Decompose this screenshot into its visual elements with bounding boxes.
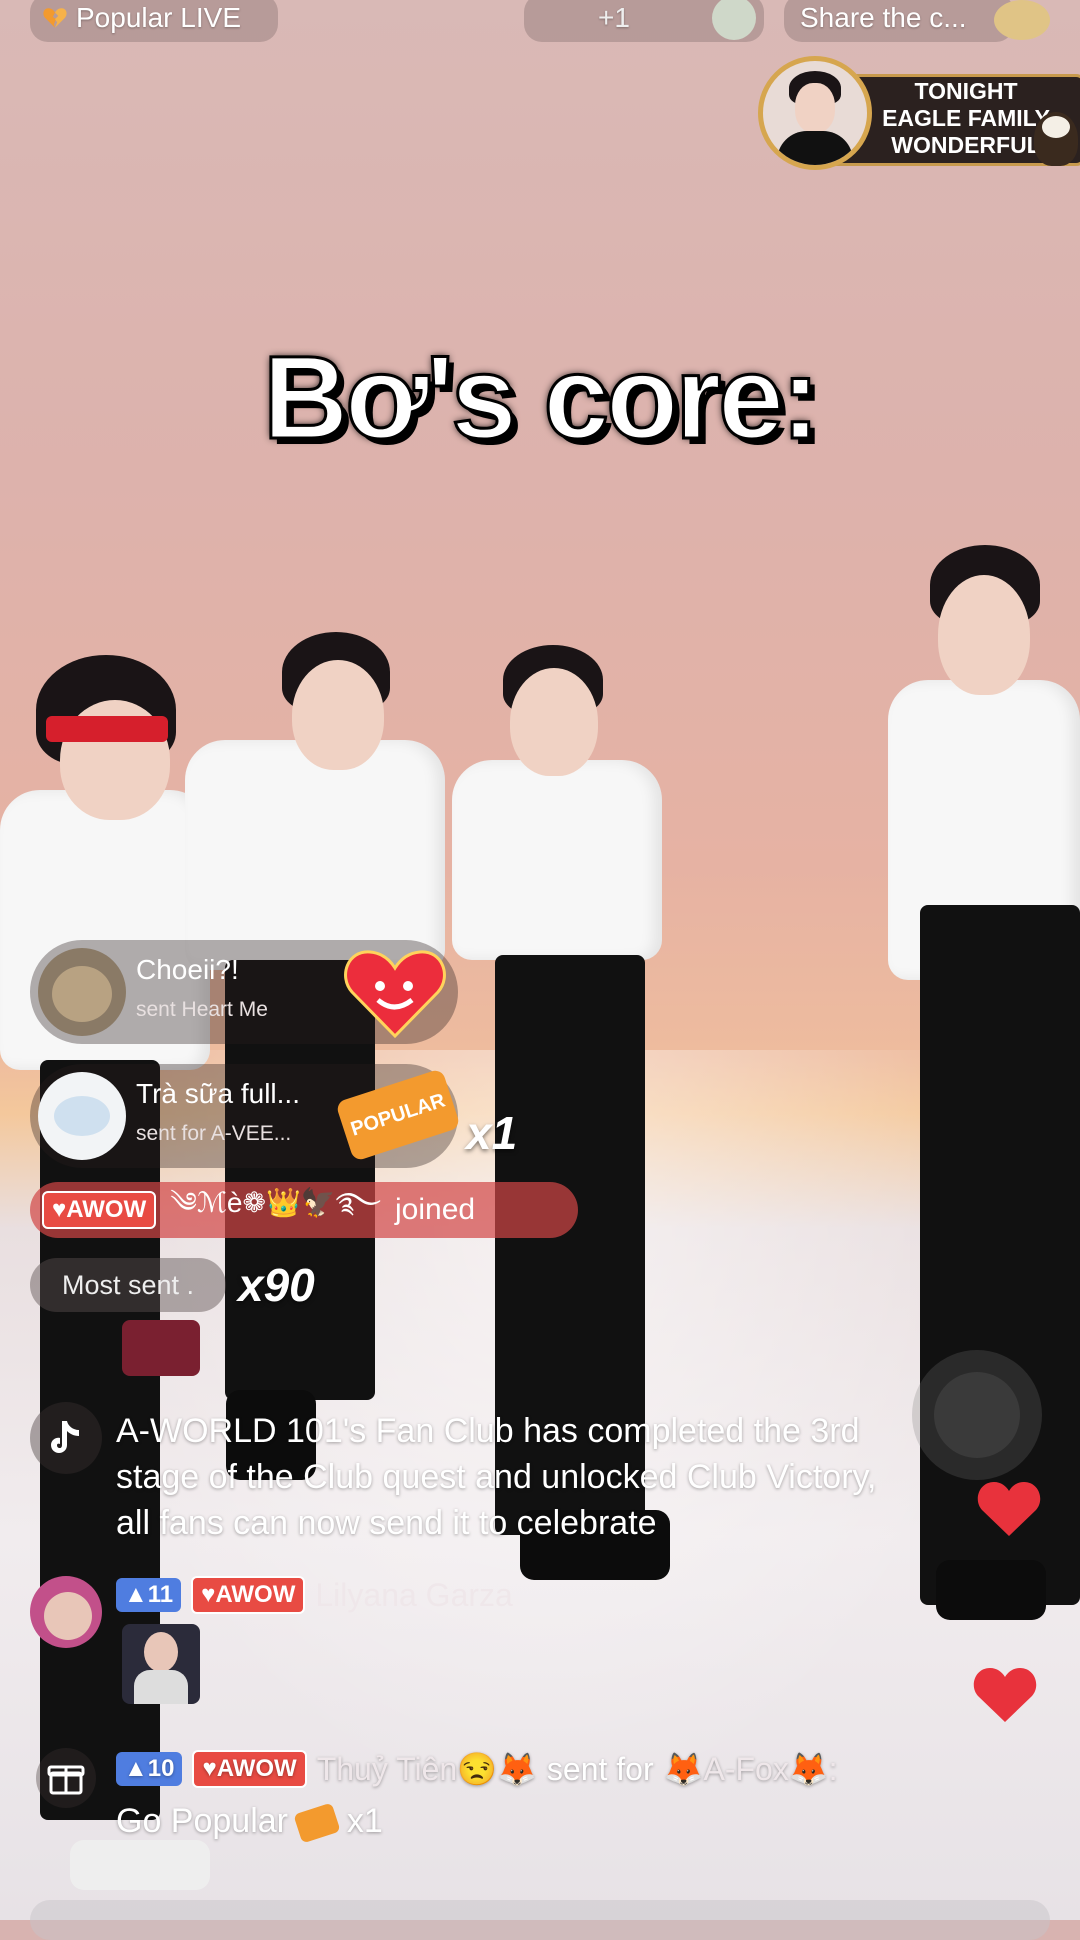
video-caption: Bơ's core: [261,331,821,466]
gift-description: sent Heart Me [136,998,268,1021]
banner-avatar [758,56,872,170]
comment-row[interactable]: ▲ 11 ♥ AWOW Lilyana Garza [116,1576,513,1614]
share-label: Share the c... [800,2,967,33]
gift-description: sent for A-VEE... [136,1122,292,1145]
popular-gift-icon: POPULAR [335,1068,461,1162]
broken-heart-icon [43,8,67,28]
go-popular-gift-icon [293,1802,342,1844]
popular-live-button[interactable]: Popular LIVE [30,0,278,42]
gift-sender-name: Choeii?! [136,954,239,985]
gift-name: Go Popular [116,1802,288,1840]
gift-notification[interactable]: Trà sữa full... sent for A-VEE... POPULA… [30,1064,461,1168]
floating-control-button[interactable] [912,1350,1042,1480]
viewer-increment: +1 [598,2,630,33]
commenter-avatar[interactable] [30,1576,102,1648]
level-badge: ▲ 10 [116,1752,183,1786]
gift-notification[interactable]: Choeii?! sent Heart Me [30,940,458,1044]
like-heart-icon [973,1668,1037,1722]
viewer-pill[interactable]: +1 [524,0,764,42]
most-sent-pill[interactable]: Most sent . [30,1258,226,1312]
system-message-line-3: all fans can now send it to celebrate [116,1504,657,1542]
banner-line-1: TONIGHT [914,78,1018,104]
comment-action: sent for [546,1751,654,1787]
eagle-mascot-icon [1034,112,1078,166]
bottom-action-bar[interactable] [30,1900,1050,1940]
event-banner[interactable]: TONIGHT EAGLE FAMILY WONDERFUL [756,52,1080,170]
gift-thumbnail [122,1624,200,1704]
gift-thumbnail [122,1320,200,1376]
awow-badge-label: AWOW [216,1755,297,1782]
awow-badge: ♥ AWOW [192,1750,307,1788]
gift-combo-count: x1 [466,1107,518,1159]
like-heart-icon [977,1482,1041,1536]
join-username: ༄ℳè❁👑🦅࿐ [170,1186,382,1218]
gift-sender-avatar [38,948,126,1036]
share-button[interactable]: Share the c... [784,0,1014,42]
most-sent-label: Most sent . [61,1269,195,1300]
gift-box-icon[interactable] [36,1748,96,1808]
commenter-name: Thuỷ Tiên😒🦊 [316,1751,537,1787]
popular-gift-text: POPULAR [347,1088,448,1141]
system-message-line-1: A-WORLD 101's Fan Club has completed the… [116,1412,860,1450]
awow-badge-label: AWOW [215,1581,296,1608]
most-sent-combo: x90 [238,1259,315,1311]
level-value: 11 [147,1581,174,1608]
commenter-name: Lilyana Garza [315,1576,513,1613]
comment-target: 🦊A-Fox🦊: [663,1751,838,1787]
system-message-line-2: stage of the Club quest and unlocked Clu… [116,1458,877,1496]
gift-sender-avatar [38,1072,126,1160]
awow-badge: ♥ AWOW [191,1576,306,1614]
mascot-icon [994,0,1050,40]
awow-badge-label: AWOW [66,1196,147,1223]
system-message: A-WORLD 101's Fan Club has completed the… [116,1408,1016,1546]
level-value: 10 [147,1755,175,1782]
awow-badge: ♥ AWOW [42,1191,157,1229]
tiktok-icon [30,1402,102,1474]
comment-row[interactable]: ▲ 10 ♥ AWOW Thuỷ Tiên😒🦊 sent for 🦊A-Fox🦊… [116,1746,1046,1844]
gift-combo: x1 [346,1802,383,1840]
heart-me-gift-icon [344,950,446,1039]
gift-sender-name: Trà sữa full... [136,1078,300,1109]
popular-live-label: Popular LIVE [76,2,241,33]
join-action: joined [395,1193,476,1226]
viewer-avatar [712,0,756,40]
level-badge: ▲ 11 [116,1578,182,1612]
join-notification[interactable]: ♥ AWOW ༄ℳè❁👑🦅࿐ joined [30,1182,578,1238]
